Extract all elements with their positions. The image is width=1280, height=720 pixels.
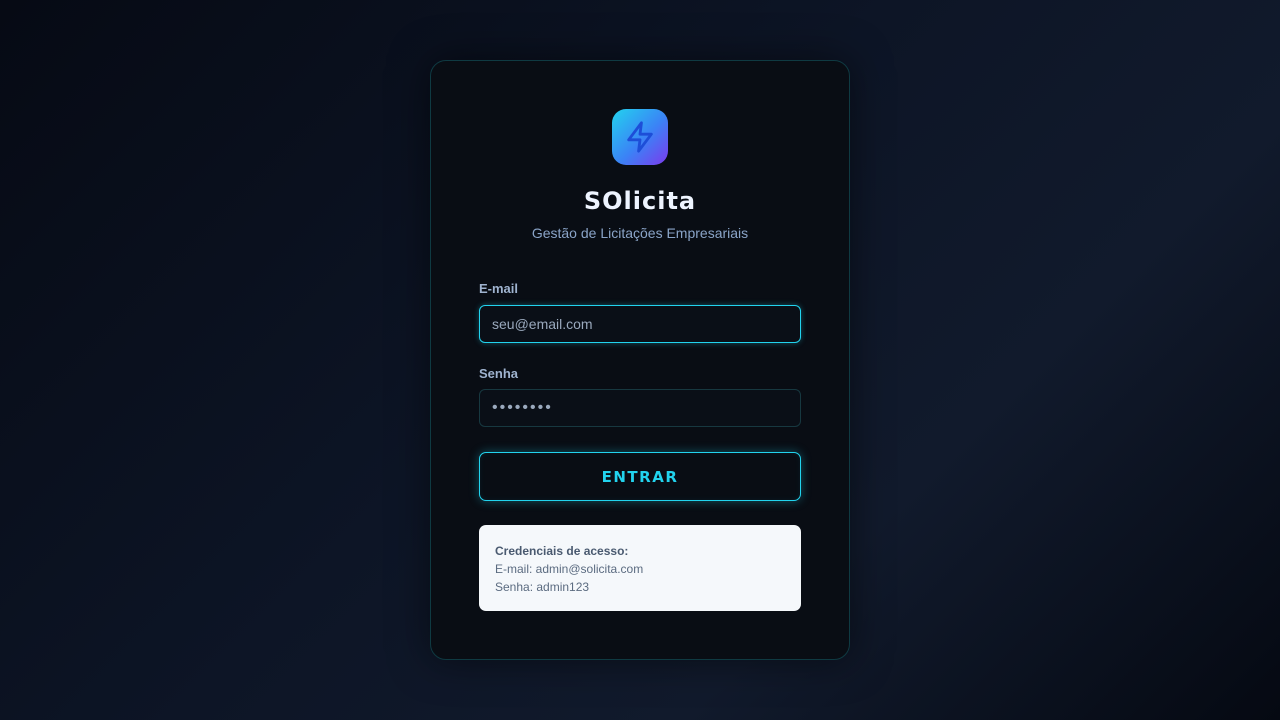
app-subtitle: Gestão de Licitações Empresariais: [531, 225, 749, 241]
email-label: E-mail: [479, 281, 519, 296]
password-label: Senha: [479, 366, 519, 381]
app-logo: [612, 109, 668, 165]
email-field[interactable]: [479, 305, 801, 343]
credentials-box: Credenciais de acesso: E-mail: admin@sol…: [479, 525, 801, 611]
login-button[interactable]: ENTRAR: [479, 452, 801, 501]
login-card: SOlicita Gestão de Licitações Empresaria…: [430, 60, 850, 660]
credentials-email: E-mail: admin@solicita.com: [495, 562, 644, 576]
password-field[interactable]: [479, 389, 801, 427]
credentials-title: Credenciais de acesso:: [495, 544, 629, 558]
app-title: SOlicita: [583, 187, 697, 215]
lightning-bolt-icon: [627, 121, 653, 153]
credentials-password: Senha: admin123: [495, 580, 590, 594]
